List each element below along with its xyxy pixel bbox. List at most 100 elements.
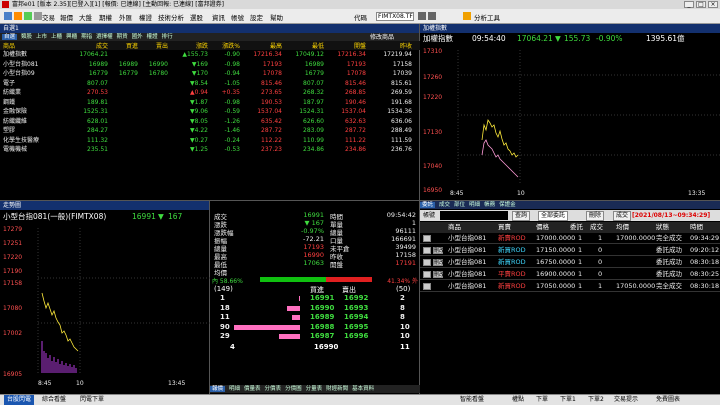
futures-tab-7[interactable]: 基本資料 [352, 386, 374, 392]
star-icon[interactable] [14, 12, 22, 20]
depth-row[interactable]: 18 16990 16993 8 [210, 304, 420, 313]
quote-row[interactable]: 加權指數 17064.21 ▲155.73 -0.90 17216.34 17049.12… [0, 50, 420, 59]
order-tab-0[interactable]: 委託 [420, 202, 436, 208]
chart-icon[interactable] [24, 12, 32, 20]
quote-tab-5[interactable]: 期指 [81, 34, 92, 40]
futures-chart-svg[interactable] [0, 223, 210, 383]
order-row[interactable]: 刪改 小型台指081 平賣ROD 16900.0000 1 0 委託成功 08:30:25 [420, 269, 720, 280]
order-checkbox[interactable] [423, 259, 431, 266]
quote-tab-9[interactable]: 權證 [147, 34, 158, 40]
order-checkbox[interactable] [423, 283, 431, 290]
quote-row[interactable]: 紡織纖維 628.01 ▼8.05 -1.26 635.42 626.60 632.63 63… [0, 117, 420, 126]
edit-product-link[interactable]: 修改商品 [370, 32, 394, 41]
quote-tab-10[interactable]: 排行 [162, 34, 173, 40]
quote-tab-4[interactable]: 興櫃 [66, 34, 77, 40]
code-input[interactable]: FIMTX08.TF [376, 12, 414, 21]
menu-item-6[interactable]: 技術分析 [158, 12, 184, 22]
order-row[interactable]: 刪改 小型台指081 新買ROD 16750.0000 1 0 委託成功 08:30:18 [420, 257, 720, 268]
futures-tab-3[interactable]: 分價表 [265, 386, 282, 392]
analysis-tools-icon[interactable] [463, 12, 471, 20]
quote-tab-2[interactable]: 上市 [36, 34, 47, 40]
futures-tab-0[interactable]: 報價 [210, 386, 226, 392]
status-right-4[interactable]: 下單2 [588, 395, 604, 405]
menu-item-8[interactable]: 資訊 [212, 12, 225, 22]
modify-delete-button[interactable]: 刪改 [433, 247, 444, 254]
order-row[interactable]: 刪改 小型台指081 新買ROD 17150.0000 1 0 委託成功 09:20:12 [420, 245, 720, 256]
menu-item-2[interactable]: 大盤 [79, 12, 92, 22]
dropdown-icon[interactable] [418, 12, 426, 20]
order-checkbox[interactable] [423, 247, 431, 254]
status-right-0[interactable]: 智能看盤 [460, 395, 484, 405]
quote-row[interactable]: 鋼鐵 189.81 ▼1.87 -0.98 190.53 187.97 190.46 191.… [0, 98, 420, 107]
status-right-5[interactable]: 交易提示 [614, 395, 638, 405]
status-right-3[interactable]: 下單1 [560, 395, 576, 405]
futures-tab-6[interactable]: 財經新聞 [326, 386, 348, 392]
close-button[interactable]: × [708, 1, 718, 8]
index-y-tick: 17130 [423, 129, 443, 136]
order-tab-1[interactable]: 成交 [439, 202, 450, 208]
status-right-2[interactable]: 下單 [536, 395, 548, 405]
modify-delete-button[interactable]: 刪改 [433, 271, 444, 278]
order-row[interactable]: 小型台指081 新買ROD 17050.0000 1 1 17050.0000 完全成交 08… [420, 281, 720, 292]
status-right-6[interactable]: 免費圖表 [656, 395, 680, 405]
order-checkbox[interactable] [423, 271, 431, 278]
futures-tab-4[interactable]: 分價圖 [285, 386, 302, 392]
depth-row[interactable]: 11 16989 16994 8 [210, 313, 420, 322]
menu-item-9[interactable]: 帳號 [231, 12, 244, 22]
quote-tab-0[interactable]: 自選 [2, 34, 18, 40]
futures-tab-1[interactable]: 明細 [229, 386, 240, 392]
account-select[interactable] [440, 211, 508, 220]
quote-tab-3[interactable]: 上櫃 [51, 34, 62, 40]
menu-item-7[interactable]: 選股 [190, 12, 203, 22]
filter-select[interactable]: 全部委託 [538, 211, 569, 221]
quote-row[interactable]: 電機機械 235.51 ▼1.25 -0.53 237.23 234.86 234.86 23… [0, 145, 420, 154]
order-tab-3[interactable]: 明細 [469, 202, 480, 208]
modify-delete-button[interactable]: 刪改 [433, 259, 444, 266]
quote-row[interactable]: 小型台指09 16779 16779 16780 ▼170 -0.94 17078 16779… [0, 69, 420, 78]
quote-tab-1[interactable]: 類股 [21, 34, 32, 40]
grid-icon[interactable] [34, 12, 42, 20]
menu-item-0[interactable]: 交易 [42, 12, 55, 22]
depth-row[interactable]: 1 16991 16992 2 [210, 294, 420, 303]
query-button[interactable]: 查詢 [512, 211, 531, 221]
menu-item-1[interactable]: 報價 [60, 12, 73, 22]
fill-button[interactable]: 成交 [613, 211, 632, 221]
order-tab-2[interactable]: 部位 [454, 202, 465, 208]
quote-tab-7[interactable]: 期貨 [117, 34, 128, 40]
menu-item-4[interactable]: 外匯 [119, 12, 132, 22]
analysis-tools-menu[interactable]: 分析工具 [474, 12, 500, 22]
status-tab-2[interactable]: 閃電下單 [80, 395, 104, 405]
quote-row[interactable]: 金融保險 1525.31 ▼9.06 -0.59 1537.04 1524.31 1537.… [0, 107, 420, 116]
menu-item-5[interactable]: 權證 [139, 12, 152, 22]
depth-row[interactable]: 90 16988 16995 10 [210, 323, 420, 332]
menu-item-10[interactable]: 設定 [250, 12, 263, 22]
futures-tab-5[interactable]: 分量表 [306, 386, 323, 392]
search-icon[interactable] [428, 12, 436, 20]
maximize-button[interactable]: □ [696, 1, 706, 8]
quote-row[interactable]: 塑膠 284.27 ▼4.22 -1.46 287.72 283.09 287.72 288.… [0, 126, 420, 135]
order-tab-4[interactable]: 帳務 [484, 202, 495, 208]
status-right-1[interactable]: 權點 [512, 395, 524, 405]
depth-row[interactable]: 29 16987 16996 10 [210, 332, 420, 341]
quote-tab-8[interactable]: 國外 [132, 34, 143, 40]
detail-row: 總量 17193 未平倉 39499 [210, 243, 420, 253]
status-tab-0[interactable]: 台股閃電 [4, 395, 35, 405]
status-tab-1[interactable]: 綜合看盤 [42, 395, 66, 405]
quote-row[interactable]: 小型台指081 16989 16989 16990 ▼169 -0.98 17193 1698… [0, 60, 420, 69]
order-tab-5[interactable]: 保證金 [499, 202, 516, 208]
menu-item-3[interactable]: 期權 [99, 12, 112, 22]
quote-high: 1537.04 [257, 108, 282, 115]
quote-row[interactable]: 電子 807.07 ▼8.54 -1.05 815.46 807.07 815.46 815.… [0, 79, 420, 88]
index-chart-svg[interactable] [420, 45, 720, 200]
order-row[interactable]: 小型台指081 新賣ROD 17000.0000 1 1 17000.0000 完全成交 09… [420, 233, 720, 244]
order-checkbox[interactable] [423, 235, 431, 242]
minimize-button[interactable]: _ [684, 1, 694, 8]
futures-tab-2[interactable]: 價量表 [244, 386, 261, 392]
menu-item-11[interactable]: 幫助 [270, 12, 283, 22]
delete-button[interactable]: 刪除 [586, 211, 605, 221]
quote-tab-6[interactable]: 選擇權 [96, 34, 113, 40]
quote-row[interactable]: 紡織業 270.53 ▲0.94 +0.35 273.65 268.32 268.85 269… [0, 88, 420, 97]
order-side: 新買ROD [498, 282, 526, 290]
home-icon[interactable] [4, 12, 12, 20]
quote-row[interactable]: 化學生技醫療 111.32 ▼0.27 -0.24 112.22 110.99 111.22… [0, 136, 420, 145]
